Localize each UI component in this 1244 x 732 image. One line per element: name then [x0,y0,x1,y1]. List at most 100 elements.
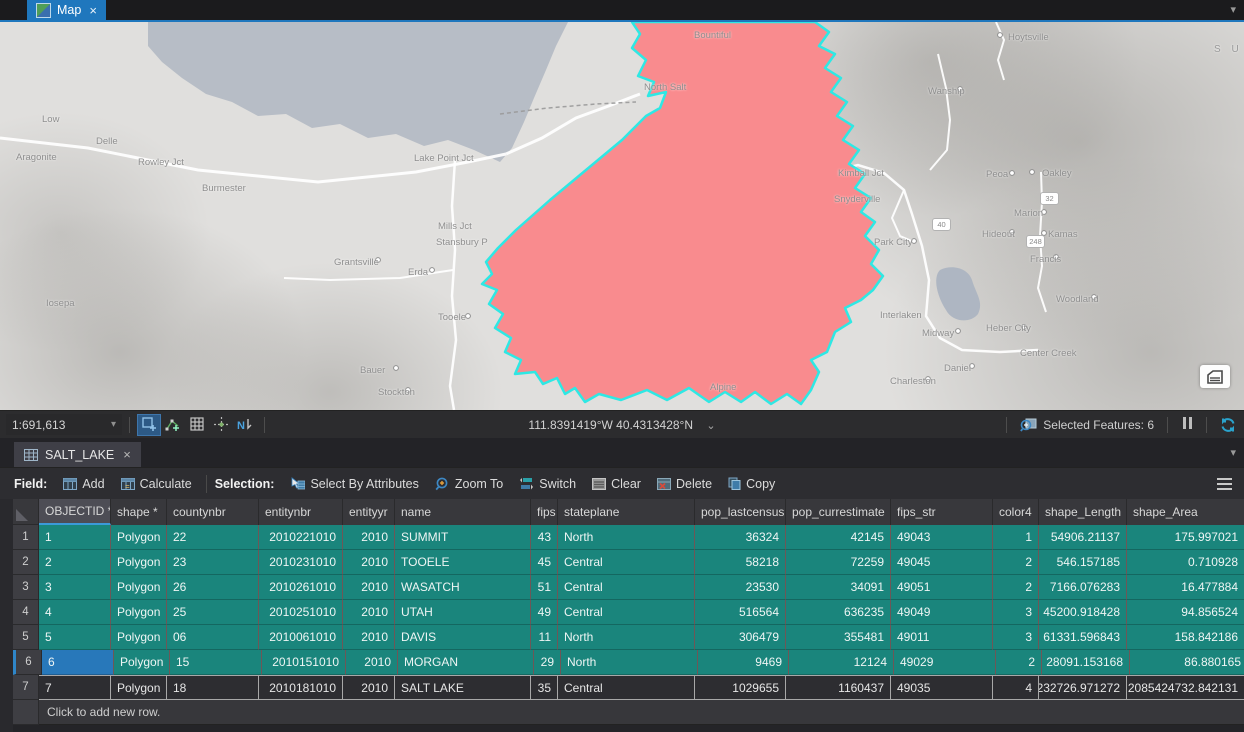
table-cell[interactable]: 175.997021 [1127,525,1244,550]
table-menu-icon[interactable] [1217,478,1232,490]
column-header[interactable]: entityyr [343,499,395,525]
table-cell[interactable]: 2010 [343,575,395,600]
trace-tool-icon[interactable] [162,415,184,435]
table-cell[interactable]: 25 [167,600,259,625]
table-cell[interactable]: 355481 [786,625,891,650]
table-cell[interactable]: 18 [167,675,259,700]
table-cell[interactable]: 2010151010 [262,650,346,675]
select-all-cell[interactable] [13,499,39,525]
chevron-down-icon[interactable]: ▾ [1230,3,1236,16]
close-icon[interactable]: × [123,448,131,461]
table-cell[interactable]: 43 [531,525,558,550]
row-number-cell[interactable]: 3 [13,575,39,600]
table-cell[interactable]: 6 [42,650,114,675]
table-cell[interactable]: Polygon [114,650,170,675]
calculate-field-button[interactable]: = Calculate [113,468,200,499]
table-cell[interactable]: 35 [531,675,558,700]
table-cell[interactable]: 49049 [891,600,993,625]
table-cell[interactable]: 9469 [698,650,789,675]
pause-drawing-icon[interactable] [1181,417,1193,432]
scale-dropdown[interactable]: 1:691,613 ▾ [6,414,122,435]
table-cell[interactable]: 2010181010 [259,675,343,700]
table-cell[interactable]: Polygon [111,625,167,650]
table-cell[interactable]: 49045 [891,550,993,575]
column-header[interactable]: pop_currestimate [786,499,891,525]
add-row-label[interactable]: Click to add new row. [39,700,1244,725]
table-cell[interactable]: 51 [531,575,558,600]
table-cell[interactable]: Polygon [111,675,167,700]
table-cell[interactable]: 232726.971272 [1039,675,1127,700]
table-cell[interactable]: 2010 [343,625,395,650]
table-cell[interactable]: 2010 [346,650,398,675]
table-cell[interactable]: 72259 [786,550,891,575]
table-cell[interactable]: 49011 [891,625,993,650]
table-cell[interactable]: 12124 [789,650,894,675]
copy-button[interactable]: Copy [720,468,783,499]
column-header[interactable]: fips_str [891,499,993,525]
table-cell[interactable]: North [561,650,698,675]
zoom-to-selection-icon[interactable] [1020,417,1037,432]
delete-selection-button[interactable]: Delete [649,468,720,499]
table-cell[interactable]: DAVIS [395,625,531,650]
table-cell[interactable]: 4 [39,600,111,625]
column-header[interactable]: color4 [993,499,1039,525]
north-arrow-icon[interactable]: N [234,415,256,435]
chevron-down-icon[interactable]: ▾ [1230,446,1236,459]
table-cell[interactable]: 54906.21137 [1039,525,1127,550]
table-cell[interactable]: 5 [39,625,111,650]
table-cell[interactable]: 06 [167,625,259,650]
row-number-cell[interactable]: 4 [13,600,39,625]
basemap-toggle-button[interactable] [1200,365,1230,388]
table-cell[interactable]: 546.157185 [1039,550,1127,575]
row-number-cell[interactable]: 5 [13,625,39,650]
table-cell[interactable]: WASATCH [395,575,531,600]
table-cell[interactable]: Central [558,675,695,700]
table-cell[interactable]: 49035 [891,675,993,700]
column-header[interactable]: shape * [111,499,167,525]
table-cell[interactable]: 2010221010 [259,525,343,550]
table-cell[interactable]: 2 [39,550,111,575]
row-number-cell[interactable]: 2 [13,550,39,575]
table-cell[interactable]: 3 [993,600,1039,625]
table-cell[interactable]: 28091.153168 [1042,650,1130,675]
table-cell[interactable]: 23530 [695,575,786,600]
table-cell[interactable]: 3 [993,625,1039,650]
table-cell[interactable]: Central [558,575,695,600]
table-cell[interactable]: 49051 [891,575,993,600]
column-header[interactable]: stateplane [558,499,695,525]
table-cell[interactable]: 36324 [695,525,786,550]
table-cell[interactable]: 3 [39,575,111,600]
table-cell[interactable]: 94.856524 [1127,600,1244,625]
table-cell[interactable]: 1 [39,525,111,550]
table-cell[interactable]: 1160437 [786,675,891,700]
map-view[interactable]: BountifulNorth SaltHoytsvilleS UWanshipK… [0,22,1244,410]
column-header[interactable]: pop_lastcensus [695,499,786,525]
column-header[interactable]: OBJECTID * [39,499,111,525]
table-cell[interactable]: 2010231010 [259,550,343,575]
table-cell[interactable]: 2010 [343,550,395,575]
table-cell[interactable]: 2 [993,575,1039,600]
switch-selection-button[interactable]: Switch [511,468,584,499]
table-cell[interactable]: TOOELE [395,550,531,575]
table-cell[interactable]: 636235 [786,600,891,625]
table-cell[interactable]: 1 [993,525,1039,550]
table-cell[interactable]: 2010061010 [259,625,343,650]
table-cell[interactable]: 45 [531,550,558,575]
table-cell[interactable]: North [558,625,695,650]
column-header[interactable]: shape_Area [1127,499,1244,525]
table-cell[interactable]: 23 [167,550,259,575]
table-cell[interactable]: 49029 [894,650,996,675]
add-row[interactable]: Click to add new row. [13,700,1244,725]
table-cell[interactable]: 2010 [343,675,395,700]
table-cell[interactable]: Polygon [111,550,167,575]
column-header[interactable]: fips [531,499,558,525]
table-cell[interactable]: Polygon [111,575,167,600]
table-cell[interactable]: Polygon [111,525,167,550]
table-cell[interactable]: 42145 [786,525,891,550]
table-cell[interactable]: 4 [993,675,1039,700]
table-cell[interactable]: 86.880165 [1130,650,1244,675]
close-icon[interactable]: × [89,4,97,17]
table-cell[interactable]: 15 [170,650,262,675]
table-cell[interactable]: 2010 [343,600,395,625]
table-cell[interactable]: 26 [167,575,259,600]
